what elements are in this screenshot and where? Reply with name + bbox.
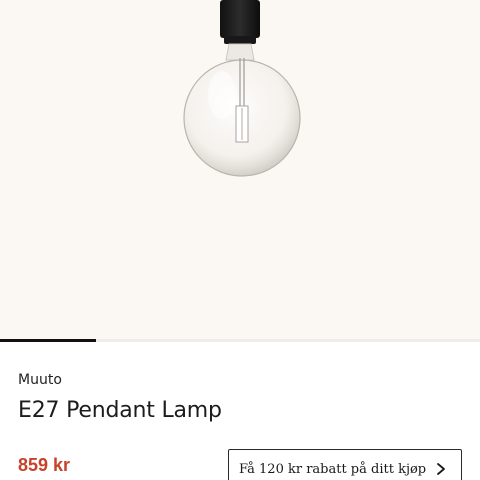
promo-discount-button[interactable]: Få 120 kr rabatt på ditt kjøp <box>228 449 462 480</box>
gallery-progress-track <box>0 339 480 342</box>
promo-label: Få 120 kr rabatt på ditt kjøp <box>239 461 427 477</box>
gallery-progress-indicator <box>0 339 96 342</box>
pendant-lamp-illustration <box>183 0 301 177</box>
product-image[interactable] <box>0 0 480 342</box>
product-brand[interactable]: Muuto <box>18 372 62 388</box>
product-price: 859 kr <box>18 455 71 475</box>
product-title: E27 Pendant Lamp <box>18 398 222 423</box>
chevron-right-icon <box>437 463 445 475</box>
